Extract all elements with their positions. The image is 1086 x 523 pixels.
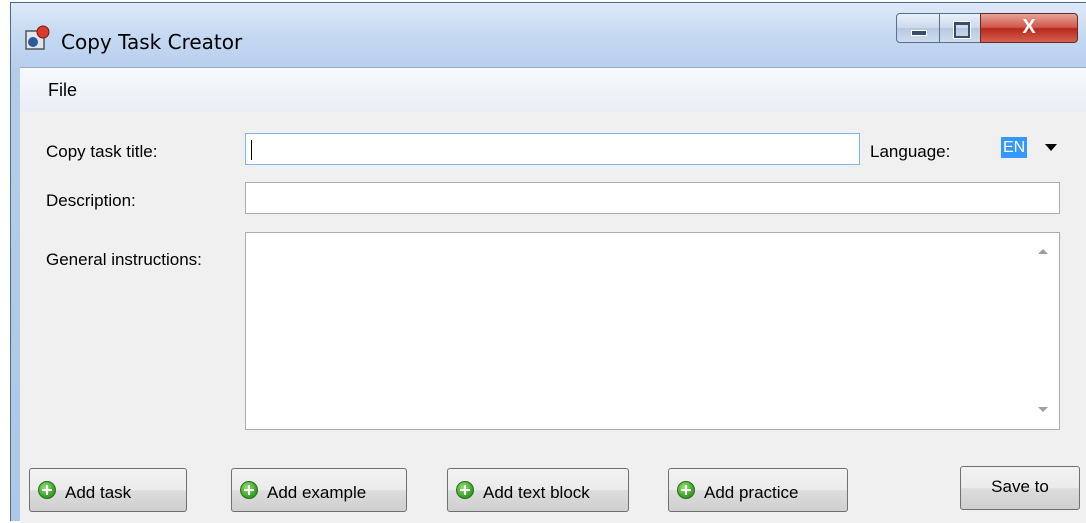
add-task-label: Add task bbox=[65, 483, 132, 502]
maximize-button[interactable] bbox=[939, 13, 981, 43]
title-bar[interactable]: Copy Task Creator X bbox=[11, 3, 1086, 67]
add-icon bbox=[677, 481, 695, 499]
add-text-block-label: Add text block bbox=[483, 483, 590, 502]
description-label: Description: bbox=[46, 191, 136, 210]
add-icon bbox=[240, 481, 258, 499]
add-task-button[interactable]: Add task bbox=[29, 468, 187, 512]
scroll-down-icon[interactable] bbox=[1038, 407, 1048, 412]
title-input[interactable] bbox=[245, 133, 860, 165]
instructions-textarea[interactable] bbox=[245, 232, 1060, 430]
add-example-button[interactable]: Add example bbox=[231, 468, 407, 512]
add-text-block-button[interactable]: Add text block bbox=[447, 468, 629, 512]
save-to-label: Save to bbox=[991, 477, 1049, 496]
title-label: Copy task title: bbox=[46, 142, 158, 161]
add-icon bbox=[38, 481, 56, 499]
maximize-icon bbox=[954, 22, 970, 38]
minimize-icon bbox=[912, 31, 926, 35]
add-example-label: Add example bbox=[267, 483, 367, 502]
language-label: Language: bbox=[870, 142, 951, 161]
close-icon: X bbox=[1022, 16, 1036, 38]
description-input[interactable] bbox=[245, 182, 1060, 214]
close-button[interactable]: X bbox=[980, 13, 1078, 43]
text-caret bbox=[251, 140, 252, 160]
menu-file[interactable]: File bbox=[42, 80, 83, 101]
scroll-up-icon[interactable] bbox=[1038, 249, 1048, 254]
menu-bar: File bbox=[20, 68, 1086, 112]
add-practice-button[interactable]: Add practice bbox=[668, 468, 848, 512]
add-icon bbox=[456, 481, 474, 499]
save-to-button[interactable]: Save to bbox=[960, 466, 1080, 510]
window-title: Copy Task Creator bbox=[61, 30, 243, 54]
minimize-button[interactable] bbox=[896, 13, 940, 43]
instructions-label: General instructions: bbox=[46, 250, 202, 269]
form-client-area: File Copy task title: Language: EN Descr… bbox=[20, 67, 1086, 523]
add-practice-label: Add practice bbox=[704, 483, 799, 502]
app-window: Copy Task Creator X File Copy task title… bbox=[10, 2, 1086, 523]
language-value: EN bbox=[1001, 137, 1028, 158]
app-icon bbox=[25, 25, 50, 50]
language-dropdown[interactable]: EN bbox=[997, 133, 1069, 163]
chevron-down-icon[interactable] bbox=[1045, 144, 1057, 151]
